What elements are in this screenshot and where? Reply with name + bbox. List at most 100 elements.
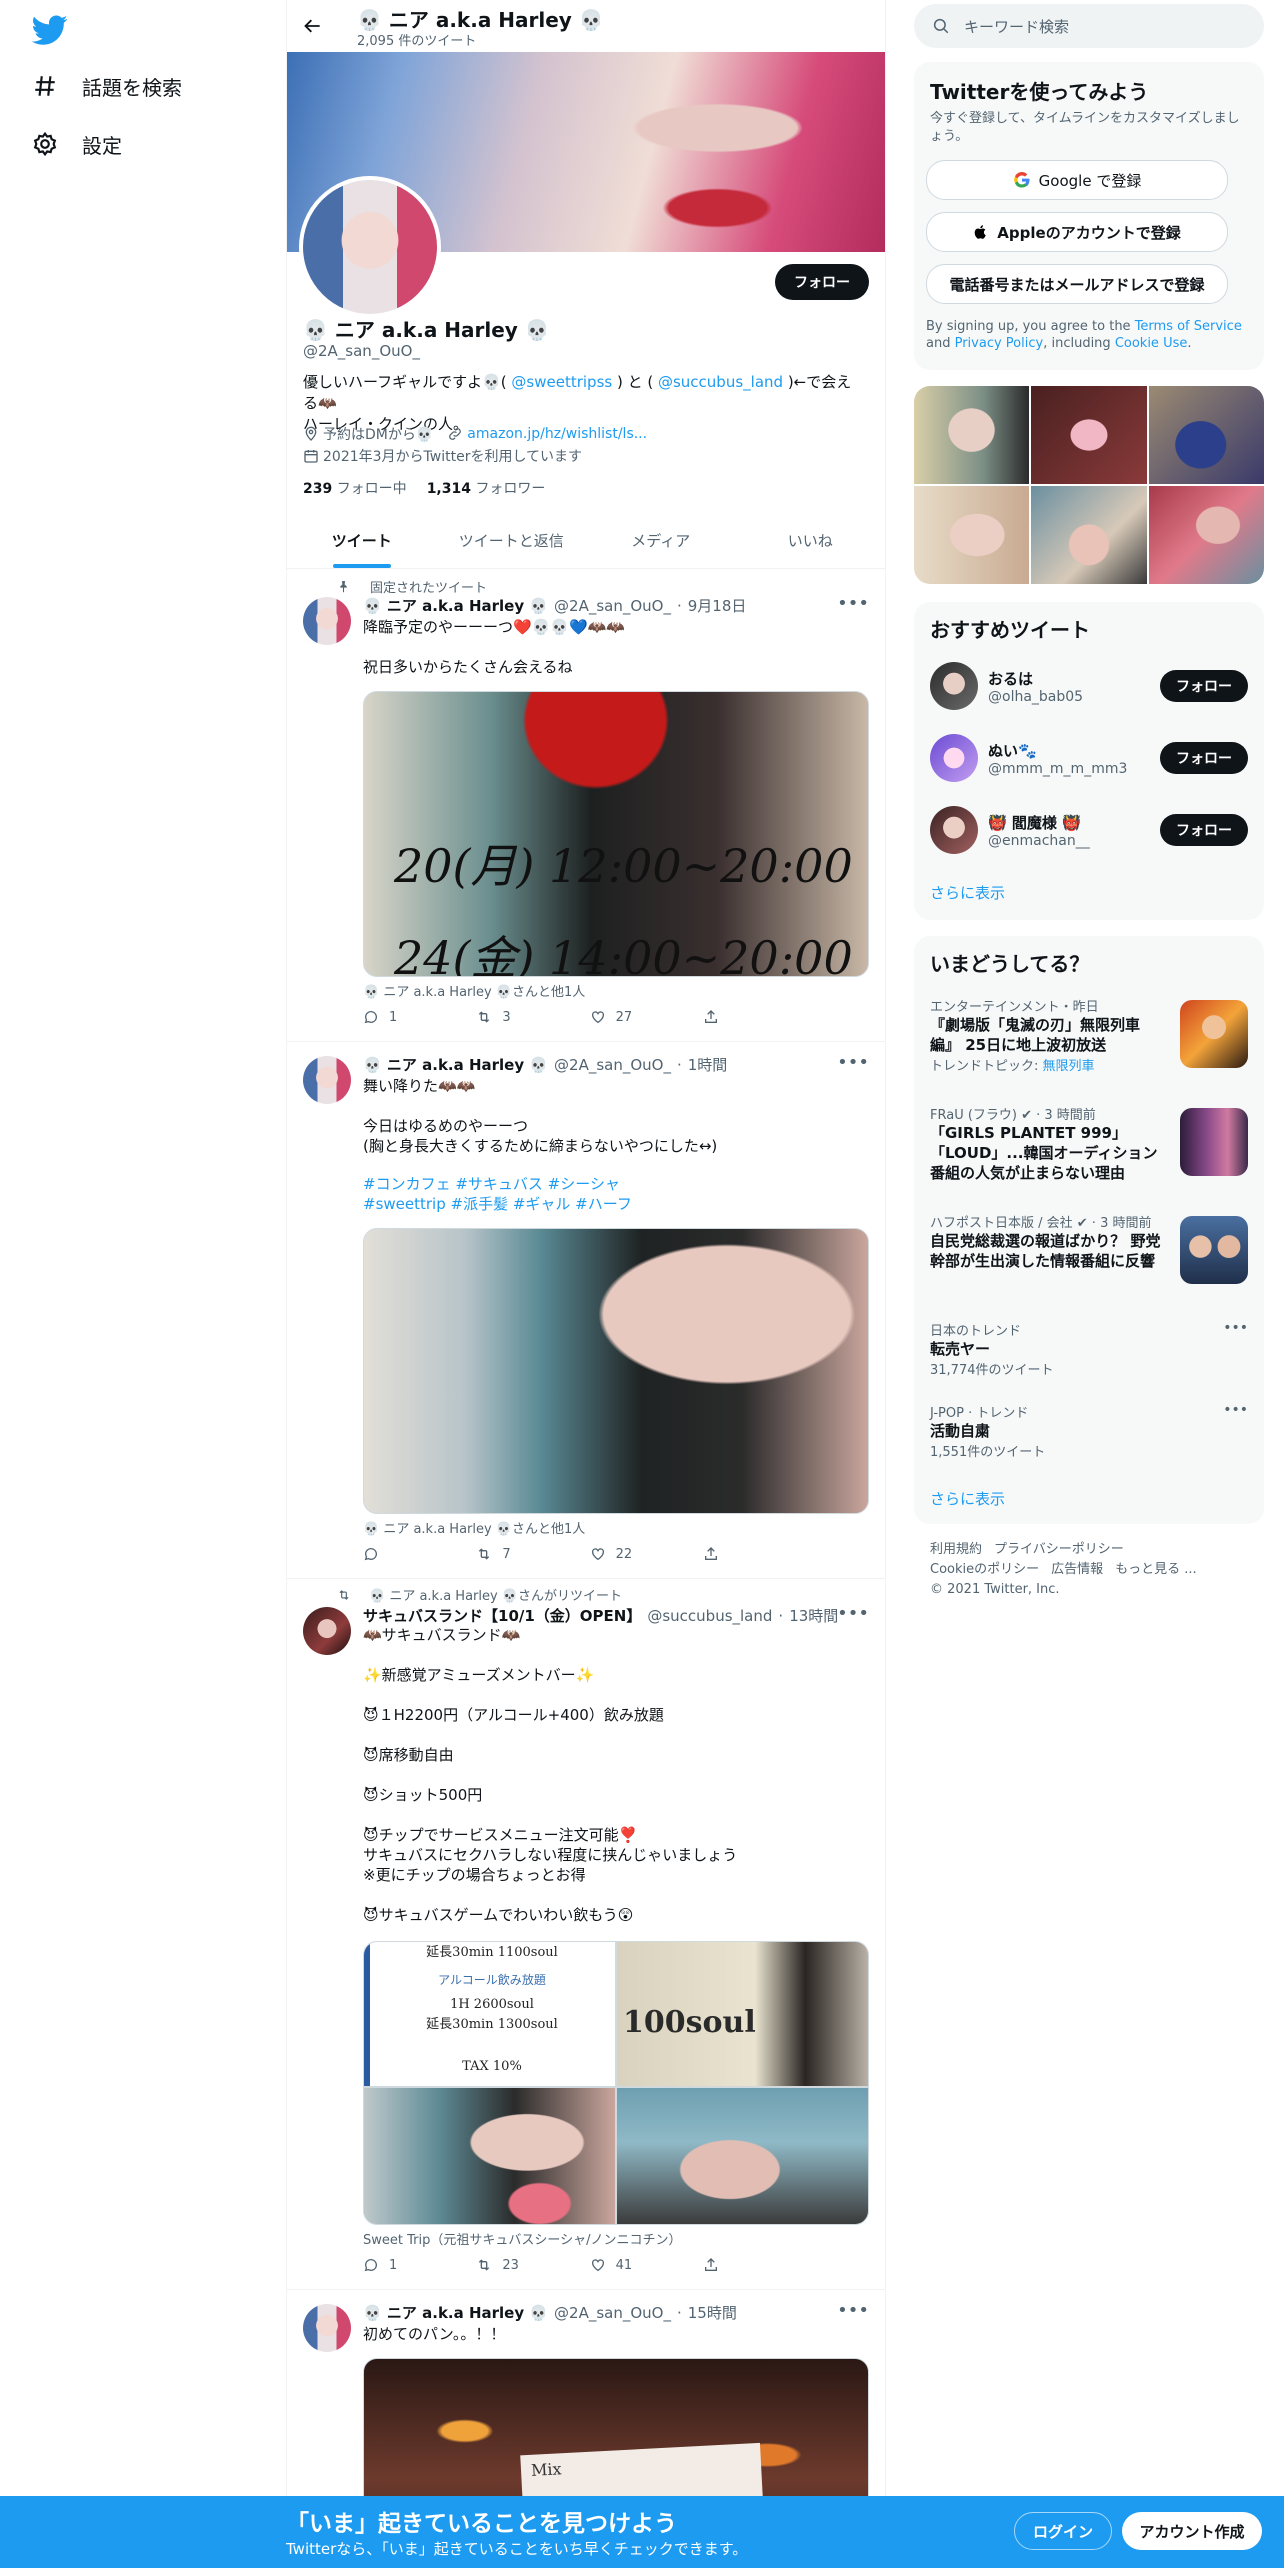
reply-button[interactable] [363,1546,463,1562]
tweet-time[interactable]: 1時間 [688,1054,728,1075]
tweet-image-grid[interactable]: 延長30min 1100soul アルコール飲み放題 1H 2600soul 延… [363,1941,869,2225]
media-thumbnail[interactable] [914,386,1030,484]
tweet-card[interactable]: 💀 ニア a.k.a Harley 💀さんがリツイート サキュバスランド【10/… [287,1579,885,2290]
follow-button[interactable]: フォロー [1160,670,1248,702]
follow-button[interactable]: フォロー [1160,814,1248,846]
trend-item[interactable]: FRaU (フラウ) ✔ · 3 時間前 「GIRLS PLANTET 999」… [930,1104,1248,1200]
tab-tweets[interactable]: ツイート [287,512,437,568]
trend-item[interactable]: ハフポスト日本版 / 会社 ✔ · 3 時間前 自民党総裁選の報道ばかり？ 野党… [930,1212,1248,1308]
footer-link[interactable]: Cookieのポリシー [930,1562,1039,1577]
signup-button[interactable]: アカウント作成 [1122,2512,1262,2550]
twitter-logo-icon[interactable] [31,12,68,48]
cookie-link[interactable]: Cookie Use [1115,336,1188,351]
menu-image[interactable]: 延長30min 1100soul アルコール飲み放題 1H 2600soul 延… [364,1942,615,2086]
photo-image[interactable] [617,2088,868,2224]
apple-signup-button[interactable]: Appleのアカウントで登録 [926,212,1228,252]
avatar[interactable] [303,1056,351,1104]
tab-tweets-and-replies[interactable]: ツイートと返信 [437,512,587,568]
search-box[interactable]: キーワード検索 [914,4,1264,48]
show-more-link[interactable]: さらに表示 [930,882,1005,903]
media-thumbnail[interactable] [1148,486,1264,584]
avatar[interactable] [930,806,978,854]
tagged-users[interactable]: 💀 ニア a.k.a Harley 💀さんと他1人 [363,981,585,1000]
tweet-hashtags[interactable]: #sweettrip #派手髪 #ギャル #ハーフ [363,1194,863,1214]
trend-item[interactable]: エンターテインメント・昨日 『劇場版「鬼滅の刃」無限列車編』 25日に地上波初放… [930,996,1248,1092]
tweet-author-name[interactable]: サキュバスランド【10/1（金）OPEN】 [363,1605,641,1626]
recommend-user-name[interactable]: ぬい🐾 [988,740,1150,761]
tab-media[interactable]: メディア [586,512,736,568]
footer-link[interactable]: プライバシーポリシー [994,1542,1124,1557]
more-icon[interactable]: ••• [837,2300,869,2321]
tweet-author-name[interactable]: 💀 ニア a.k.a Harley 💀 [363,2302,548,2323]
tab-likes[interactable]: いいね [736,512,886,568]
terms-link[interactable]: Terms of Service [1135,319,1242,334]
like-button[interactable]: 22 [590,1546,690,1562]
tweet-time[interactable]: 13時間 [789,1605,838,1626]
tweet-hashtags[interactable]: #コンカフェ #サキュバス #シーシャ [363,1174,863,1194]
more-icon[interactable]: ••• [837,1603,869,1624]
back-button[interactable] [297,10,329,42]
media-thumbnail[interactable] [1031,386,1147,484]
money-image[interactable]: 100soul [617,1942,868,2086]
follow-button[interactable]: フォロー [1160,742,1248,774]
more-icon[interactable]: ••• [1223,1320,1248,1336]
search-input[interactable]: キーワード検索 [964,16,1069,37]
google-signup-button[interactable]: Google で登録 [926,160,1228,200]
trend-item[interactable]: J-POP · トレンド 活動自粛 1,551件のツイート ••• [930,1402,1248,1472]
avatar[interactable] [303,1607,351,1655]
share-button[interactable] [703,1009,803,1025]
tweet-author-handle[interactable]: @2A_san_OuO_ [554,1056,671,1074]
recommend-user[interactable]: ぬい🐾 @mmm_m_m_mm3 フォロー [930,730,1248,786]
nav-explore[interactable]: 話題を検索 [32,66,182,106]
profile-link[interactable]: amazon.jp/hz/wishlist/ls... [447,424,647,444]
tagged-users[interactable]: 💀 ニア a.k.a Harley 💀さんと他1人 [363,1518,585,1537]
recommend-user-name[interactable]: 👹 閻魔様 👹 [988,812,1150,833]
tweet-card[interactable]: 固定されたツイート 💀 ニア a.k.a Harley 💀 @2A_san_Ou… [287,569,885,1042]
more-icon[interactable]: ••• [1223,1402,1248,1418]
avatar[interactable] [930,734,978,782]
nav-settings[interactable]: 設定 [32,124,122,164]
tweet-time[interactable]: 15時間 [688,2302,737,2323]
bio-mention-sweettrip[interactable]: @sweettripss [511,373,612,391]
like-button[interactable]: 41 [590,2257,690,2273]
avatar[interactable] [303,2304,351,2352]
more-icon[interactable]: ••• [837,593,869,614]
media-thumbnail[interactable] [1031,486,1147,584]
retweet-button[interactable]: 7 [476,1546,576,1562]
show-more-link[interactable]: さらに表示 [930,1488,1005,1509]
follow-button[interactable]: フォロー [775,264,869,300]
recommend-user[interactable]: おるは @olha_bab05 フォロー [930,658,1248,714]
retweet-button[interactable]: 23 [476,2257,576,2273]
trend-topic-link[interactable]: 無限列車 [1043,1059,1095,1074]
tweet-image[interactable]: 20(月) 12:00~20:00 24(金) 14:00~20:00 [363,691,869,977]
more-icon[interactable]: ••• [837,1052,869,1073]
tweet-author-name[interactable]: 💀 ニア a.k.a Harley 💀 [363,1054,548,1075]
tweet-time[interactable]: 9月18日 [688,595,747,616]
share-button[interactable] [703,1546,803,1562]
recommend-user-name[interactable]: おるは [988,668,1150,689]
bio-mention-succubus[interactable]: @succubus_land [658,373,783,391]
profile-avatar[interactable] [299,176,441,318]
media-thumbnail[interactable] [914,486,1030,584]
share-button[interactable] [703,2257,803,2273]
reply-button[interactable]: 1 [363,2257,463,2273]
tweet-author-handle[interactable]: @2A_san_OuO_ [554,597,671,615]
footer-link[interactable]: 利用規約 [930,1542,982,1557]
footer-link[interactable]: 広告情報 [1051,1562,1103,1577]
recommend-user[interactable]: 👹 閻魔様 👹 @enmachan__ フォロー [930,802,1248,858]
tweet-author-handle[interactable]: @succubus_land [647,1607,772,1625]
privacy-link[interactable]: Privacy Policy [955,336,1044,351]
tweet-image[interactable] [363,1228,869,1514]
trend-item[interactable]: 日本のトレンド 転売ヤー 31,774件のツイート ••• [930,1320,1248,1390]
following-link[interactable]: 239 フォロー中 [303,478,407,498]
tweet-author-handle[interactable]: @2A_san_OuO_ [554,2304,671,2322]
footer-link[interactable]: もっと見る ... [1115,1562,1197,1577]
followers-link[interactable]: 1,314 フォロワー [427,478,546,498]
avatar[interactable] [303,597,351,645]
reply-button[interactable]: 1 [363,1009,463,1025]
media-thumbnail[interactable] [1148,386,1264,484]
avatar[interactable] [930,662,978,710]
photo-image[interactable] [364,2088,615,2224]
login-button[interactable]: ログイン [1014,2512,1112,2550]
phone-email-signup-button[interactable]: 電話番号またはメールアドレスで登録 [926,264,1228,304]
